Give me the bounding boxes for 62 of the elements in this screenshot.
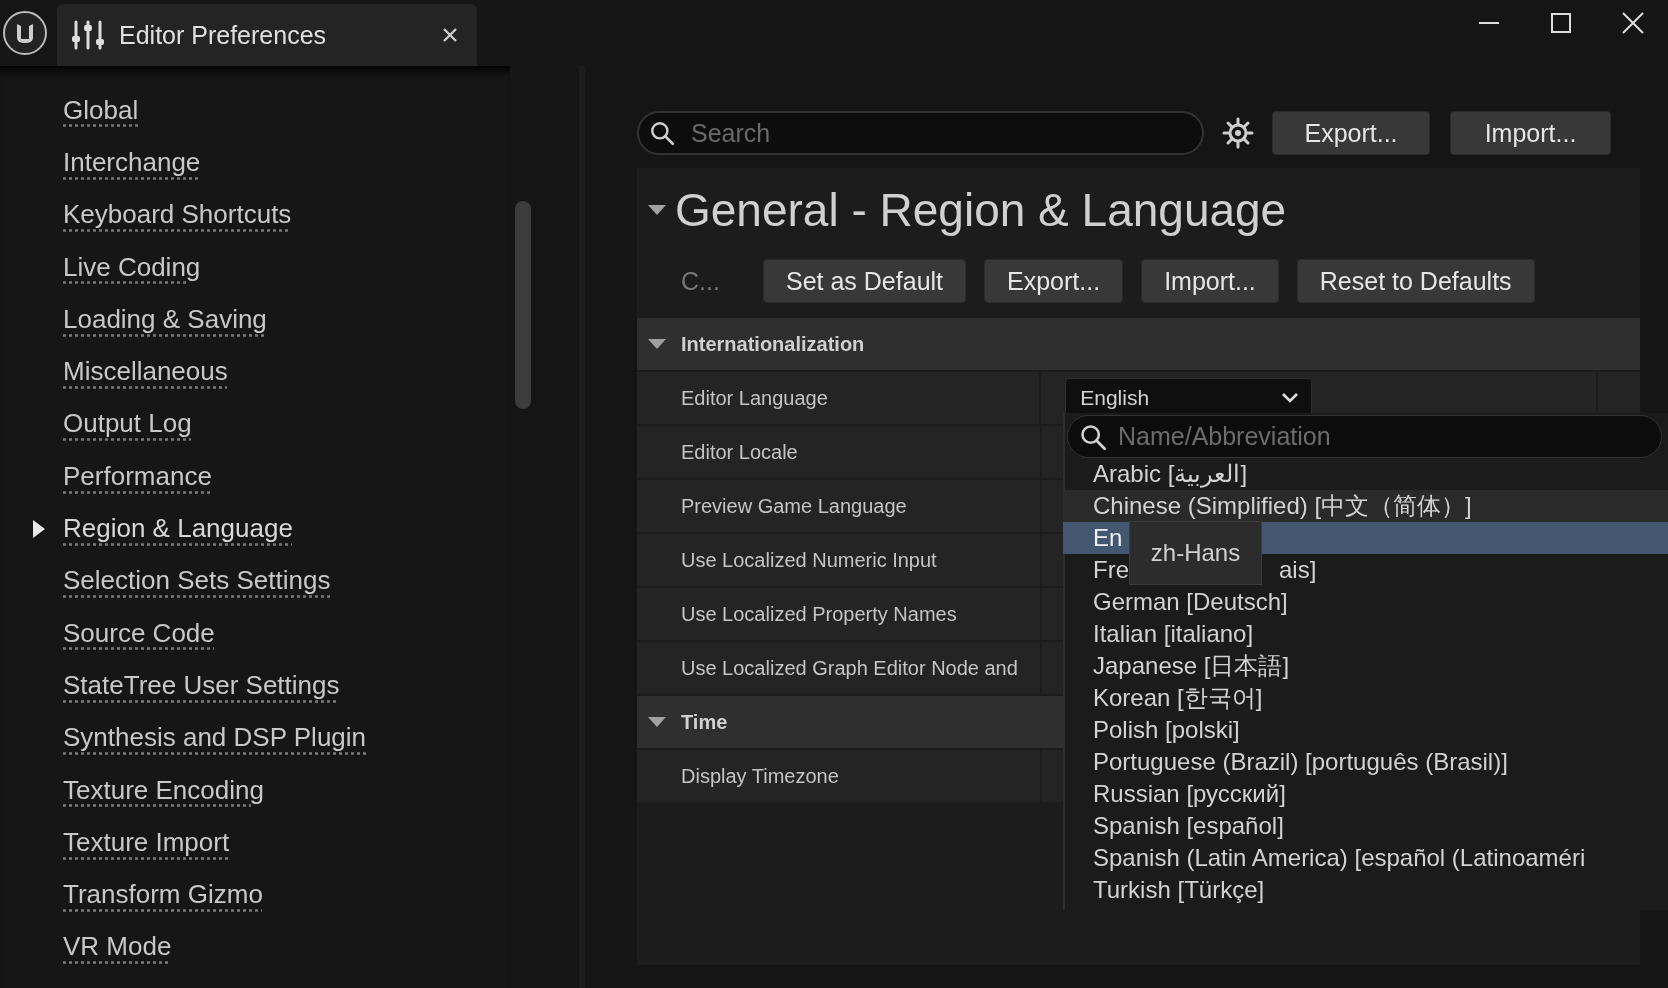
property-name-cell: Use Localized Numeric Input <box>637 534 1040 586</box>
sidebar-link[interactable]: Global <box>63 94 139 126</box>
sidebar-link[interactable]: VR Mode <box>63 931 172 963</box>
logo-icon <box>2 10 48 56</box>
sidebar-link[interactable]: Texture Import <box>63 826 230 858</box>
sidebar-link[interactable]: Performance <box>63 460 212 492</box>
search-icon <box>649 120 675 146</box>
chevron-down-icon <box>1281 392 1300 404</box>
section-title: Time <box>681 710 728 734</box>
maximize-icon[interactable] <box>1550 12 1572 34</box>
tab-title: Editor Preferences <box>119 20 328 50</box>
category-title: General - Region & Language <box>675 183 1287 237</box>
language-option[interactable]: Japanese [日本語] <box>1063 650 1668 682</box>
settings-icon[interactable] <box>1222 117 1254 149</box>
action-button[interactable]: Reset to Defaults <box>1296 259 1535 303</box>
sidebar-link[interactable]: Miscellaneous <box>63 356 228 388</box>
language-option[interactable]: Italian [italiano] <box>1063 618 1668 650</box>
action-button[interactable]: Export... <box>984 259 1124 303</box>
language-option[interactable]: Arabic [العربية] <box>1063 458 1668 490</box>
language-option[interactable]: Korean [한국어] <box>1063 682 1668 714</box>
property-name-cell: Editor Language <box>637 372 1040 424</box>
action-button[interactable]: Set as Default <box>763 259 967 303</box>
tooltip: zh-Hans <box>1129 521 1262 585</box>
property-name-cell: Use Localized Property Names <box>637 588 1040 640</box>
sidebar-link[interactable]: Interchange <box>63 146 201 178</box>
sidebar-link[interactable]: Texture Encoding <box>63 774 264 806</box>
sidebar-link[interactable]: Region & Language <box>63 513 293 544</box>
sidebar-link[interactable]: Selection Sets Settings <box>63 565 331 597</box>
section-title: Internationalization <box>681 332 865 356</box>
sidebar-link[interactable]: Synthesis and DSP Plugin <box>63 722 367 754</box>
language-option[interactable]: German [Deutsch] <box>1063 586 1668 618</box>
language-option[interactable]: Turkish [Türkçe] <box>1063 874 1668 906</box>
language-option[interactable]: Spanish [español] <box>1063 810 1668 842</box>
menu-search-field[interactable]: Name/Abbreviation <box>1067 415 1662 458</box>
property-name-cell: Use Localized Graph Editor Node and <box>637 642 1040 694</box>
close-icon[interactable] <box>1622 12 1644 34</box>
scrollbar[interactable] <box>515 201 531 409</box>
action-button[interactable]: Import... <box>1141 259 1279 303</box>
language-option[interactable]: Polish [polski] <box>1063 714 1668 746</box>
sidebar-link[interactable]: Keyboard Shortcuts <box>63 199 292 231</box>
sidebar-link[interactable]: Live Coding <box>63 251 201 283</box>
property-name-cell: Display Timezone <box>637 750 1040 802</box>
sliders-icon <box>71 20 105 50</box>
close-icon[interactable] <box>443 28 457 42</box>
import-button[interactable]: Import... <box>1450 111 1611 155</box>
section-header[interactable]: Internationalization <box>637 318 1640 370</box>
language-option[interactable]: Russian [русский] <box>1063 778 1668 810</box>
sidebar-link[interactable]: Transform Gizmo <box>63 879 263 911</box>
sidebar-link[interactable]: Source Code <box>63 617 215 649</box>
language-option[interactable]: Portuguese (Brazil) [português (Brasil)] <box>1063 746 1668 778</box>
language-option[interactable]: Chinese (Simplified) [中文（简体）] <box>1063 490 1668 522</box>
sidebar-link[interactable]: Loading & Saving <box>63 303 267 335</box>
property-name-cell: Preview Game Language <box>637 480 1040 532</box>
truncated-label: C... <box>681 266 721 296</box>
sidebar-link[interactable]: Output Log <box>63 408 192 440</box>
editor-tab[interactable]: Editor Preferences <box>57 4 477 66</box>
search-field[interactable]: Search <box>637 111 1204 155</box>
language-option[interactable]: Spanish (Latin America) [español (Latinoaméri <box>1063 842 1668 874</box>
property-name-cell: Editor Locale <box>637 426 1040 478</box>
export-button[interactable]: Export... <box>1272 111 1430 155</box>
search-icon <box>1079 423 1107 451</box>
sidebar-link[interactable]: StateTree User Settings <box>63 669 340 701</box>
